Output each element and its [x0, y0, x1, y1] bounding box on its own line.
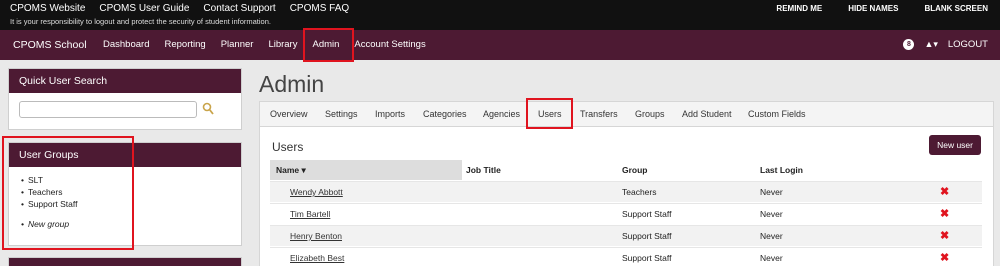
nav-right: 8 ▲▾ LOGOUT — [903, 39, 988, 50]
utility-links: CPOMS Website CPOMS User Guide Contact S… — [10, 3, 349, 14]
nav-reporting[interactable]: Reporting — [164, 39, 205, 50]
user-last-login: Never — [760, 187, 783, 197]
users-tab-highlight-box — [526, 98, 573, 129]
delete-user-icon[interactable]: ✖ — [940, 251, 949, 264]
nav-library[interactable]: Library — [268, 39, 297, 50]
column-job-title[interactable]: Job Title — [466, 165, 501, 175]
tab-groups[interactable]: Groups — [635, 109, 665, 119]
user-name-link[interactable]: Wendy Abbott — [290, 187, 343, 197]
user-group: Support Staff — [622, 253, 672, 263]
hide-names-button[interactable]: HIDE NAMES — [848, 4, 898, 13]
tab-custom-fields[interactable]: Custom Fields — [748, 109, 806, 119]
user-last-login: Never — [760, 253, 783, 263]
delete-user-icon[interactable]: ✖ — [940, 229, 949, 242]
table-row: Tim Bartell Support Staff Never ✖ — [270, 203, 982, 224]
user-group: Teachers — [622, 187, 657, 197]
column-name[interactable]: Name ▾ — [276, 165, 306, 176]
bell-dropdown-icon[interactable]: ▲▾ — [924, 39, 937, 50]
user-name-link[interactable]: Elizabeth Best — [290, 253, 344, 263]
quick-user-search-title: Quick User Search — [9, 69, 241, 93]
tab-agencies[interactable]: Agencies — [483, 109, 520, 119]
main-nav-bar: CPOMS School Dashboard Reporting Planner… — [0, 28, 1000, 62]
page-title: Admin — [259, 71, 325, 97]
tab-settings[interactable]: Settings — [325, 109, 358, 119]
user-last-login: Never — [760, 231, 783, 241]
quick-user-search-input[interactable] — [19, 101, 197, 118]
tab-imports[interactable]: Imports — [375, 109, 405, 119]
search-icon[interactable] — [202, 102, 214, 116]
sidebar-panel-partial — [8, 257, 242, 266]
admin-content: Overview Settings Imports Categories Age… — [259, 98, 994, 266]
user-name-link[interactable]: Tim Bartell — [290, 209, 330, 219]
tab-add-student[interactable]: Add Student — [682, 109, 732, 119]
user-group: Support Staff — [622, 209, 672, 219]
nav-planner[interactable]: Planner — [221, 39, 254, 50]
link-cpoms-website[interactable]: CPOMS Website — [10, 3, 85, 14]
blank-screen-button[interactable]: BLANK SCREEN — [924, 4, 988, 13]
remind-me-button[interactable]: REMIND ME — [776, 4, 822, 13]
nav-dashboard[interactable]: Dashboard — [103, 39, 149, 50]
tab-categories[interactable]: Categories — [423, 109, 467, 119]
user-group: Support Staff — [622, 231, 672, 241]
notification-count-badge[interactable]: 8 — [903, 39, 915, 50]
quick-user-search-panel: Quick User Search — [8, 68, 242, 130]
brand-name[interactable]: CPOMS School — [13, 39, 87, 51]
top-utility-bar: CPOMS Website CPOMS User Guide Contact S… — [0, 0, 1000, 30]
user-last-login: Never — [760, 209, 783, 219]
users-heading: Users — [272, 140, 304, 154]
user-name-link[interactable]: Henry Benton — [290, 231, 342, 241]
nav-account-settings[interactable]: Account Settings — [354, 39, 425, 50]
sidebar-panel-partial-header — [9, 258, 241, 266]
link-contact-support[interactable]: Contact Support — [203, 3, 275, 14]
column-last-login[interactable]: Last Login — [760, 165, 803, 175]
link-user-guide[interactable]: CPOMS User Guide — [99, 3, 189, 14]
user-groups-highlight-box — [2, 136, 134, 250]
new-user-button[interactable]: New user — [929, 135, 981, 155]
column-group[interactable]: Group — [622, 165, 648, 175]
nav-admin[interactable]: Admin — [303, 28, 355, 62]
delete-user-icon[interactable]: ✖ — [940, 185, 949, 198]
table-row: Henry Benton Support Staff Never ✖ — [270, 225, 982, 246]
logout-button[interactable]: LOGOUT — [948, 39, 988, 50]
security-notice: It is your responsibility to logout and … — [10, 17, 271, 26]
tab-transfers[interactable]: Transfers — [580, 109, 618, 119]
delete-user-icon[interactable]: ✖ — [940, 207, 949, 220]
users-table-header: Name ▾ Job Title Group Last Login — [270, 160, 982, 180]
utility-actions: REMIND ME HIDE NAMES BLANK SCREEN — [776, 4, 988, 13]
table-row: Wendy Abbott Teachers Never ✖ — [270, 181, 982, 202]
link-faq[interactable]: CPOMS FAQ — [290, 3, 349, 14]
admin-tabs: Overview Settings Imports Categories Age… — [260, 98, 993, 129]
table-row: Elizabeth Best Support Staff Never ✖ — [270, 247, 982, 266]
tab-overview[interactable]: Overview — [270, 109, 308, 119]
main-nav: Dashboard Reporting Planner Library Admi… — [103, 28, 441, 62]
